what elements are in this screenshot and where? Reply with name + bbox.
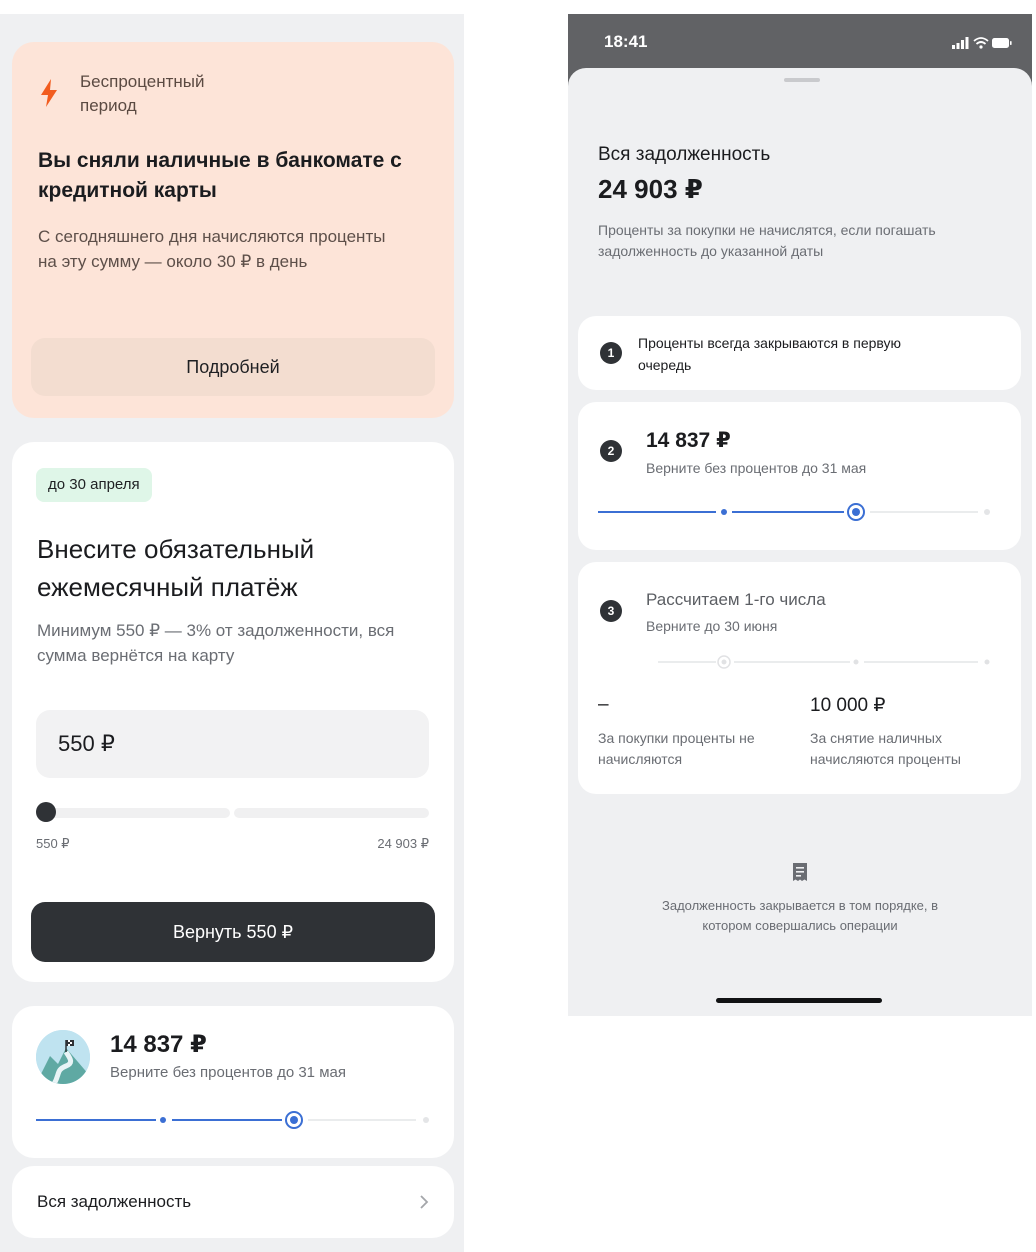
slider-min-label: 550 ₽ [36, 836, 70, 851]
promo-tag: Беспроцентный период [80, 72, 205, 115]
sheet-amount: 24 903 ₽ [598, 174, 703, 204]
step-subtitle: Верните до 30 июня [646, 618, 778, 634]
left-screen: Беспроцентный период Вы сняли наличные в… [0, 14, 464, 1252]
promo-text: С сегодняшнего дня начисляются проценты … [38, 227, 386, 271]
promo-header: Беспроцентный период [38, 70, 240, 118]
status-bar-icons [952, 37, 1012, 49]
battery-icon [992, 38, 1012, 48]
promo-title: Вы сняли наличные в банкомате с кредитно… [38, 149, 402, 202]
sheet-title: Вся задолженность [598, 144, 771, 165]
right-screen: 18:41 Вся задолженность 24 903 ₽ Процент… [568, 14, 1032, 1016]
step-number: 1 [600, 342, 622, 364]
step-text: Проценты всегда закрываются в первую оче… [638, 335, 902, 373]
step-amount: 14 837 ₽ [646, 429, 731, 452]
future-timeline [598, 655, 990, 669]
slider-handle[interactable] [36, 802, 56, 822]
lightning-icon [41, 79, 57, 107]
payment-title: Внесите обязательный ежемесячный платёж [37, 534, 315, 602]
step-number: 3 [600, 600, 622, 622]
status-time: 18:41 [604, 32, 648, 51]
cash-withdrawal-column: 10 000 ₽ За снятие наличных начисляются … [810, 694, 1010, 770]
chevron-right-icon [420, 1195, 429, 1209]
step-card-3: 3 Рассчитаем 1-го числа Верните до 30 ию… [578, 562, 1021, 794]
goal-amount: 14 837 ₽ [110, 1031, 207, 1058]
slider-track-left [36, 808, 230, 818]
repayment-timeline [598, 503, 990, 521]
repayment-timeline [36, 1111, 429, 1129]
wifi-icon [973, 37, 989, 49]
total-debt-label: Вся задолженность [37, 1192, 192, 1211]
cash-withdrawal-text: За снятие наличных начисляются проценты [810, 730, 961, 767]
mountain-flag-avatar-icon [36, 1030, 90, 1084]
details-button[interactable]: Подробней [31, 338, 435, 396]
slider-max-label: 24 903 ₽ [377, 836, 429, 851]
home-indicator[interactable] [716, 998, 882, 1003]
step-card-1: 1 Проценты всегда закрываются в первую о… [578, 316, 1021, 390]
step-card-2: 2 14 837 ₽ Верните без процентов до 31 м… [578, 402, 1021, 550]
purchases-text: За покупки проценты не начисляются [598, 730, 755, 767]
cash-withdrawal-promo-card: Беспроцентный период Вы сняли наличные в… [12, 42, 454, 418]
goal-subtitle: Верните без процентов до 31 мая [110, 1064, 346, 1081]
purchases-column: – За покупки проценты не начисляются [598, 694, 788, 770]
step-subtitle: Верните без процентов до 31 мая [646, 460, 867, 476]
payment-subtitle: Минимум 550 ₽ — 3% от задолженности, вся… [37, 621, 395, 665]
monthly-payment-card: до 30 апреля Внесите обязательный ежемес… [12, 442, 454, 982]
signal-icon [952, 37, 969, 49]
step-title: Рассчитаем 1-го числа [646, 590, 826, 609]
sheet-description: Проценты за покупки не начислятся, если … [598, 222, 936, 259]
sheet-grabber[interactable] [784, 78, 820, 82]
payment-amount-input[interactable]: 550 ₽ [36, 710, 429, 778]
due-date-badge: до 30 апреля [36, 468, 152, 502]
cash-withdrawal-value: 10 000 ₽ [810, 695, 886, 716]
slider-track-right [234, 808, 429, 818]
payment-amount-slider[interactable] [36, 802, 429, 822]
order-note: Задолженность закрывается в том порядке,… [661, 898, 939, 933]
step-number: 2 [600, 440, 622, 462]
interest-free-goal-card[interactable]: 14 837 ₽ Верните без процентов до 31 мая [12, 1006, 454, 1158]
purchases-value: – [598, 694, 609, 715]
receipt-icon [793, 863, 807, 881]
return-payment-button[interactable]: Вернуть 550 ₽ [31, 902, 435, 962]
total-debt-sheet: Вся задолженность 24 903 ₽ Проценты за п… [568, 68, 1032, 1016]
total-debt-row[interactable]: Вся задолженность [12, 1166, 454, 1238]
